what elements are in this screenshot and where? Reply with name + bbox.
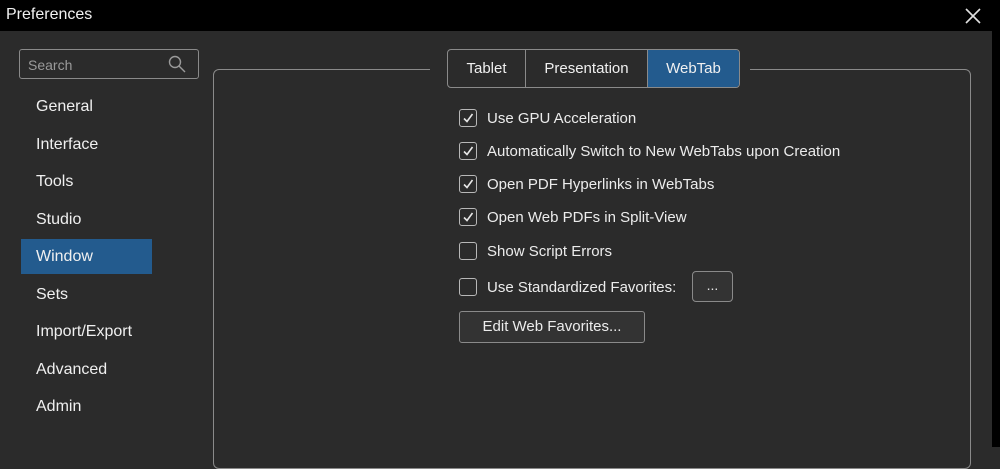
option-label: Open Web PDFs in Split-View (487, 208, 687, 226)
option-label: Open PDF Hyperlinks in WebTabs (487, 175, 715, 193)
option-auto-switch-webtabs[interactable]: Automatically Switch to New WebTabs upon… (459, 141, 840, 161)
sidebar-item-interface[interactable]: Interface (21, 127, 152, 162)
sidebar-item-tools[interactable]: Tools (21, 164, 152, 199)
option-label: Use GPU Acceleration (487, 109, 637, 127)
option-gpu-acceleration[interactable]: Use GPU Acceleration (459, 108, 636, 128)
search-input[interactable] (26, 54, 166, 76)
option-show-script-errors[interactable]: Show Script Errors (459, 241, 612, 261)
title-bar: Preferences (0, 0, 1000, 31)
checkmark-icon (463, 146, 474, 156)
split-view-checkbox[interactable] (459, 208, 477, 226)
sidebar-item-import-export[interactable]: Import/Export (21, 314, 152, 349)
sidebar-item-admin[interactable]: Admin (21, 389, 152, 424)
sidebar-item-general[interactable]: General (21, 89, 152, 124)
search-icon (168, 55, 186, 73)
standardized-favorites-checkbox[interactable] (459, 278, 477, 296)
close-icon (965, 8, 981, 24)
option-pdf-hyperlinks[interactable]: Open PDF Hyperlinks in WebTabs (459, 174, 714, 194)
search-box[interactable] (19, 49, 199, 79)
settings-panel (213, 69, 971, 469)
sidebar-item-sets[interactable]: Sets (21, 277, 152, 312)
edit-web-favorites-button[interactable]: Edit Web Favorites... (459, 311, 645, 343)
checkmark-icon (463, 212, 474, 222)
sidebar-item-studio[interactable]: Studio (21, 202, 152, 237)
close-button[interactable] (962, 5, 984, 27)
gpu-acceleration-checkbox[interactable] (459, 109, 477, 127)
script-errors-checkbox[interactable] (459, 242, 477, 260)
checkmark-icon (463, 113, 474, 123)
tab-webtab[interactable]: WebTab (648, 50, 739, 87)
option-standardized-favorites[interactable]: Use Standardized Favorites: (459, 277, 676, 297)
auto-switch-checkbox[interactable] (459, 142, 477, 160)
sidebar-item-advanced[interactable]: Advanced (21, 352, 152, 387)
sidebar-nav: General Interface Tools Studio Window Se… (21, 89, 152, 427)
checkmark-icon (463, 179, 474, 189)
tab-bar: Tablet Presentation WebTab (430, 49, 750, 88)
window-title: Preferences (6, 6, 93, 23)
option-label: Use Standardized Favorites: (487, 278, 677, 296)
option-label: Automatically Switch to New WebTabs upon… (487, 142, 841, 160)
window-edge (992, 31, 1000, 447)
option-label: Show Script Errors (487, 242, 613, 260)
tab-tablet[interactable]: Tablet (448, 50, 526, 87)
option-web-pdfs-split-view[interactable]: Open Web PDFs in Split-View (459, 207, 687, 227)
tab-group: Tablet Presentation WebTab (447, 49, 740, 88)
sidebar-item-window[interactable]: Window (21, 239, 152, 274)
browse-favorites-button[interactable]: ... (692, 271, 733, 302)
pdf-hyperlinks-checkbox[interactable] (459, 175, 477, 193)
tab-presentation[interactable]: Presentation (526, 50, 648, 87)
